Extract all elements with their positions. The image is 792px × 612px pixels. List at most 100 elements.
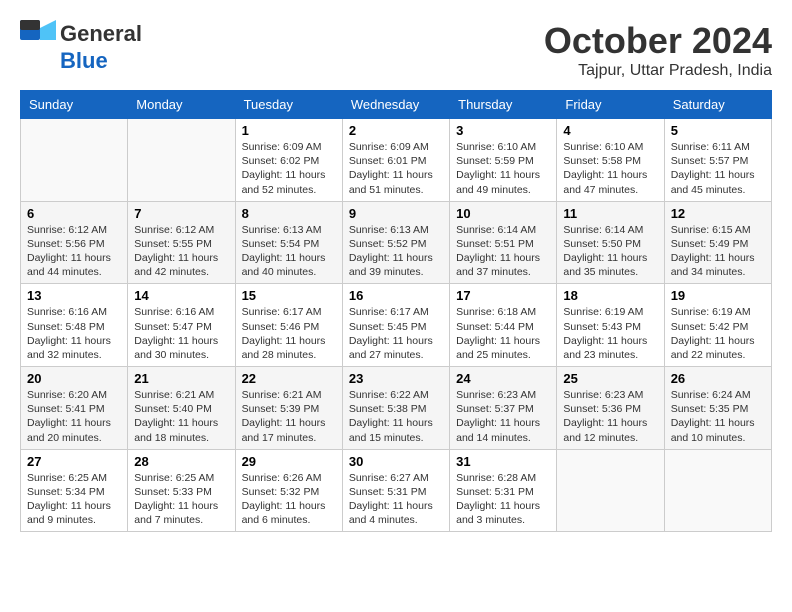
- day-info: Sunrise: 6:12 AM Sunset: 5:55 PM Dayligh…: [134, 223, 228, 280]
- calendar-cell: 16 Sunrise: 6:17 AM Sunset: 5:45 PM Dayli…: [342, 284, 449, 367]
- calendar-cell: 23 Sunrise: 6:22 AM Sunset: 5:38 PM Dayli…: [342, 367, 449, 450]
- day-number: 19: [671, 288, 765, 303]
- day-info: Sunrise: 6:09 AM Sunset: 6:02 PM Dayligh…: [242, 140, 336, 197]
- col-header-tuesday: Tuesday: [235, 91, 342, 119]
- calendar-cell: [128, 119, 235, 202]
- calendar-week-1: 1 Sunrise: 6:09 AM Sunset: 6:02 PM Daylig…: [21, 119, 772, 202]
- calendar-cell: 2Sunrise: 6:09 AM Sunset: 6:01 PM Daylig…: [342, 119, 449, 202]
- calendar-cell: 6 Sunrise: 6:12 AM Sunset: 5:56 PM Daylig…: [21, 201, 128, 284]
- day-number: 28: [134, 454, 228, 469]
- page-header: General Blue October 2024 Tajpur, Uttar …: [20, 20, 772, 80]
- day-info: Sunrise: 6:11 AM Sunset: 5:57 PM Dayligh…: [671, 140, 765, 197]
- day-number: 5: [671, 123, 765, 138]
- day-number: 27: [27, 454, 121, 469]
- day-info: Sunrise: 6:21 AM Sunset: 5:39 PM Dayligh…: [242, 388, 336, 445]
- day-info: Sunrise: 6:21 AM Sunset: 5:40 PM Dayligh…: [134, 388, 228, 445]
- day-number: 17: [456, 288, 550, 303]
- day-number: 6: [27, 206, 121, 221]
- calendar-cell: 1 Sunrise: 6:09 AM Sunset: 6:02 PM Daylig…: [235, 119, 342, 202]
- calendar-week-2: 6 Sunrise: 6:12 AM Sunset: 5:56 PM Daylig…: [21, 201, 772, 284]
- calendar-cell: 26Sunrise: 6:24 AM Sunset: 5:35 PM Dayli…: [664, 367, 771, 450]
- day-info: Sunrise: 6:16 AM Sunset: 5:47 PM Dayligh…: [134, 305, 228, 362]
- day-info: Sunrise: 6:10 AM Sunset: 5:59 PM Dayligh…: [456, 140, 550, 197]
- day-number: 1: [242, 123, 336, 138]
- calendar-cell: 5 Sunrise: 6:11 AM Sunset: 5:57 PM Daylig…: [664, 119, 771, 202]
- day-number: 16: [349, 288, 443, 303]
- col-header-wednesday: Wednesday: [342, 91, 449, 119]
- calendar-cell: 18 Sunrise: 6:19 AM Sunset: 5:43 PM Dayli…: [557, 284, 664, 367]
- day-info: Sunrise: 6:18 AM Sunset: 5:44 PM Dayligh…: [456, 305, 550, 362]
- day-info: Sunrise: 6:14 AM Sunset: 5:51 PM Dayligh…: [456, 223, 550, 280]
- day-number: 31: [456, 454, 550, 469]
- day-number: 23: [349, 371, 443, 386]
- day-number: 18: [563, 288, 657, 303]
- col-header-monday: Monday: [128, 91, 235, 119]
- day-info: Sunrise: 6:20 AM Sunset: 5:41 PM Dayligh…: [27, 388, 121, 445]
- day-number: 4: [563, 123, 657, 138]
- calendar-cell: 8 Sunrise: 6:13 AM Sunset: 5:54 PM Daylig…: [235, 201, 342, 284]
- calendar-cell: 3 Sunrise: 6:10 AM Sunset: 5:59 PM Daylig…: [450, 119, 557, 202]
- logo: General Blue: [20, 20, 142, 74]
- day-number: 30: [349, 454, 443, 469]
- day-number: 15: [242, 288, 336, 303]
- day-number: 3: [456, 123, 550, 138]
- day-number: 22: [242, 371, 336, 386]
- month-title: October 2024: [544, 20, 772, 62]
- calendar-cell: 28 Sunrise: 6:25 AM Sunset: 5:33 PM Dayli…: [128, 449, 235, 532]
- calendar-cell: 24 Sunrise: 6:23 AM Sunset: 5:37 PM Dayli…: [450, 367, 557, 450]
- day-number: 13: [27, 288, 121, 303]
- day-number: 7: [134, 206, 228, 221]
- calendar-table: SundayMondayTuesdayWednesdayThursdayFrid…: [20, 90, 772, 532]
- day-number: 10: [456, 206, 550, 221]
- day-info: Sunrise: 6:12 AM Sunset: 5:56 PM Dayligh…: [27, 223, 121, 280]
- day-number: 14: [134, 288, 228, 303]
- calendar-cell: [21, 119, 128, 202]
- day-number: 24: [456, 371, 550, 386]
- col-header-saturday: Saturday: [664, 91, 771, 119]
- day-info: Sunrise: 6:17 AM Sunset: 5:45 PM Dayligh…: [349, 305, 443, 362]
- calendar-cell: 9 Sunrise: 6:13 AM Sunset: 5:52 PM Daylig…: [342, 201, 449, 284]
- logo-general-text: General: [60, 21, 142, 47]
- day-number: 25: [563, 371, 657, 386]
- day-info: Sunrise: 6:27 AM Sunset: 5:31 PM Dayligh…: [349, 471, 443, 528]
- day-info: Sunrise: 6:19 AM Sunset: 5:43 PM Dayligh…: [563, 305, 657, 362]
- col-header-thursday: Thursday: [450, 91, 557, 119]
- day-number: 12: [671, 206, 765, 221]
- calendar-cell: 11 Sunrise: 6:14 AM Sunset: 5:50 PM Dayli…: [557, 201, 664, 284]
- calendar-cell: 31Sunrise: 6:28 AM Sunset: 5:31 PM Dayli…: [450, 449, 557, 532]
- day-info: Sunrise: 6:13 AM Sunset: 5:52 PM Dayligh…: [349, 223, 443, 280]
- day-info: Sunrise: 6:14 AM Sunset: 5:50 PM Dayligh…: [563, 223, 657, 280]
- day-info: Sunrise: 6:13 AM Sunset: 5:54 PM Dayligh…: [242, 223, 336, 280]
- location: Tajpur, Uttar Pradesh, India: [544, 62, 772, 80]
- calendar-cell: [664, 449, 771, 532]
- col-header-friday: Friday: [557, 91, 664, 119]
- day-number: 9: [349, 206, 443, 221]
- day-info: Sunrise: 6:23 AM Sunset: 5:37 PM Dayligh…: [456, 388, 550, 445]
- calendar-week-4: 20Sunrise: 6:20 AM Sunset: 5:41 PM Dayli…: [21, 367, 772, 450]
- day-info: Sunrise: 6:09 AM Sunset: 6:01 PM Dayligh…: [349, 140, 443, 197]
- calendar-cell: 29 Sunrise: 6:26 AM Sunset: 5:32 PM Dayli…: [235, 449, 342, 532]
- calendar-cell: 30 Sunrise: 6:27 AM Sunset: 5:31 PM Dayli…: [342, 449, 449, 532]
- calendar-cell: 27Sunrise: 6:25 AM Sunset: 5:34 PM Dayli…: [21, 449, 128, 532]
- calendar-cell: 20Sunrise: 6:20 AM Sunset: 5:41 PM Dayli…: [21, 367, 128, 450]
- calendar-cell: 22 Sunrise: 6:21 AM Sunset: 5:39 PM Dayli…: [235, 367, 342, 450]
- day-info: Sunrise: 6:17 AM Sunset: 5:46 PM Dayligh…: [242, 305, 336, 362]
- calendar-cell: [557, 449, 664, 532]
- col-header-sunday: Sunday: [21, 91, 128, 119]
- day-info: Sunrise: 6:10 AM Sunset: 5:58 PM Dayligh…: [563, 140, 657, 197]
- day-number: 29: [242, 454, 336, 469]
- calendar-cell: 14 Sunrise: 6:16 AM Sunset: 5:47 PM Dayli…: [128, 284, 235, 367]
- day-number: 11: [563, 206, 657, 221]
- calendar-week-3: 13Sunrise: 6:16 AM Sunset: 5:48 PM Dayli…: [21, 284, 772, 367]
- logo-icon: [20, 20, 56, 48]
- calendar-cell: 21Sunrise: 6:21 AM Sunset: 5:40 PM Dayli…: [128, 367, 235, 450]
- day-info: Sunrise: 6:15 AM Sunset: 5:49 PM Dayligh…: [671, 223, 765, 280]
- day-info: Sunrise: 6:26 AM Sunset: 5:32 PM Dayligh…: [242, 471, 336, 528]
- day-info: Sunrise: 6:22 AM Sunset: 5:38 PM Dayligh…: [349, 388, 443, 445]
- title-block: October 2024 Tajpur, Uttar Pradesh, Indi…: [544, 20, 772, 80]
- calendar-header-row: SundayMondayTuesdayWednesdayThursdayFrid…: [21, 91, 772, 119]
- day-info: Sunrise: 6:25 AM Sunset: 5:33 PM Dayligh…: [134, 471, 228, 528]
- day-number: 8: [242, 206, 336, 221]
- calendar-cell: 10 Sunrise: 6:14 AM Sunset: 5:51 PM Dayli…: [450, 201, 557, 284]
- calendar-cell: 19Sunrise: 6:19 AM Sunset: 5:42 PM Dayli…: [664, 284, 771, 367]
